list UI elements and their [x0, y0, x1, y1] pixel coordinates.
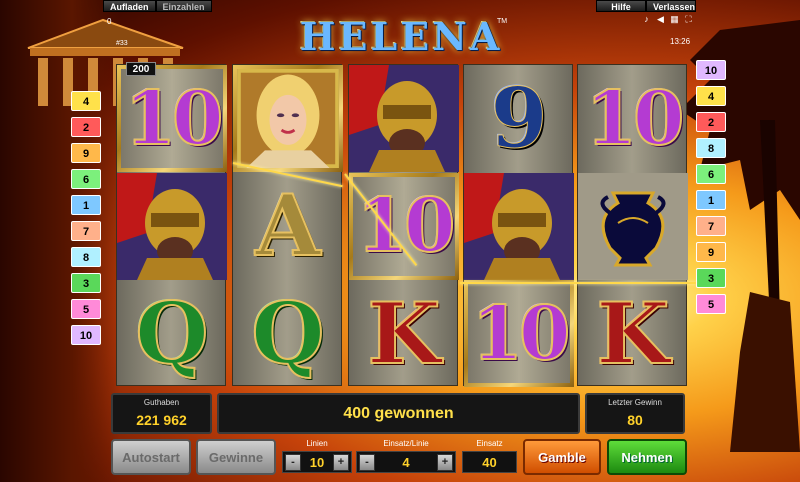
autostart-button[interactable]: Autostart [111, 439, 191, 475]
reel: 10 Q [116, 64, 227, 386]
line-markers-left: 4 2 9 6 1 7 8 3 5 10 [71, 91, 101, 351]
line-marker: 1 [71, 195, 101, 215]
reel-symbol-10: 10 [349, 172, 459, 280]
reel-symbol-A: A [254, 176, 321, 275]
line-marker: 1 [696, 190, 726, 210]
line-marker: 7 [71, 221, 101, 241]
line-marker: 8 [71, 247, 101, 267]
grid-icon[interactable]: ▦ [669, 14, 680, 24]
balance-value: 221 962 [136, 412, 187, 428]
reel-symbol-warrior [349, 65, 459, 172]
trademark: TM [497, 18, 508, 25]
balance-label: Guthaben [143, 398, 180, 407]
bet-per-line-stepper: Einsatz/Linie - 4 + [356, 439, 456, 475]
lines-value: 10 [309, 455, 325, 470]
line-marker: 5 [696, 294, 726, 314]
win-amount-badge: 200 [126, 62, 156, 76]
bet-minus-button[interactable]: - [359, 454, 375, 471]
line-marker: 5 [71, 299, 101, 319]
total-bet-label: Einsatz [476, 439, 503, 448]
topbar-right: Hilfe Verlassen [596, 0, 696, 12]
wins-button[interactable]: Gewinne [196, 439, 276, 475]
line-marker: 2 [696, 112, 726, 132]
exit-button[interactable]: Verlassen [646, 0, 696, 12]
total-bet: Einsatz 40 [462, 439, 517, 475]
lines-plus-button[interactable]: + [333, 454, 349, 471]
line-marker: 6 [696, 164, 726, 184]
line-marker: 10 [696, 60, 726, 80]
win-message: 400 gewonnen [343, 405, 454, 422]
win-line [460, 282, 696, 284]
reel-symbol-vase [578, 172, 688, 280]
volume-icon[interactable]: ◀ [655, 14, 666, 24]
system-icons: ♪ ◀ ▦ ⛶ [641, 14, 694, 24]
balance-box: Guthaben 221 962 [111, 393, 212, 434]
reel-symbol-K: K [366, 283, 441, 383]
lines-label: Linien [306, 439, 328, 448]
session-id: #33 [116, 40, 128, 47]
reel: 9 10 [463, 64, 574, 387]
line-marker: 7 [696, 216, 726, 236]
reel-symbol-warrior [117, 172, 227, 280]
reel-symbol-10: 10 [117, 65, 227, 172]
rock-illustration [730, 292, 800, 452]
lines-stepper: Linien - 10 + [282, 439, 352, 475]
reel: 10 K [577, 64, 688, 386]
line-marker: 2 [71, 117, 101, 137]
topbar-left: Aufladen Einzahlen [103, 0, 212, 12]
line-marker: 10 [71, 325, 101, 345]
clock: 13:26 [670, 37, 691, 46]
reel-symbol-warrior [464, 172, 574, 280]
line-marker: 3 [696, 268, 726, 288]
line-marker: 9 [696, 242, 726, 262]
line-marker: 4 [696, 86, 726, 106]
reel-symbol-10: 10 [585, 75, 686, 162]
music-icon[interactable]: ♪ [641, 14, 652, 24]
lines-minus-button[interactable]: - [285, 454, 301, 471]
reel: AQ [232, 64, 343, 386]
line-markers-right: 10 4 2 8 6 1 7 9 3 5 [696, 60, 726, 320]
reels-area: 10 Q A Q 10 K 9 10 10 K [116, 64, 688, 387]
line-marker: 3 [71, 273, 101, 293]
line-marker: 4 [71, 91, 101, 111]
deposit-button[interactable]: Einzahlen [155, 0, 212, 12]
total-bet-value: 40 [482, 455, 497, 470]
last-win-label: Letzter Gewinn [608, 398, 662, 407]
last-win-value: 80 [627, 412, 643, 428]
reel-symbol-Q: Q [250, 283, 325, 383]
reel-symbol-Q: Q [134, 283, 209, 383]
bet-per-line-value: 4 [402, 455, 410, 470]
line-marker: 9 [71, 143, 101, 163]
last-win-box: Letzter Gewinn 80 [585, 393, 685, 434]
help-button[interactable]: Hilfe [596, 0, 646, 12]
message-box: 400 gewonnen [217, 393, 580, 434]
take-button[interactable]: Nehmen [607, 439, 687, 475]
load-value: 0 [107, 17, 112, 26]
reel-symbol-helena [233, 65, 343, 172]
fullscreen-icon[interactable]: ⛶ [683, 14, 694, 24]
bet-per-line-label: Einsatz/Linie [383, 439, 429, 448]
reel-symbol-K: K [595, 283, 670, 383]
bet-plus-button[interactable]: + [437, 454, 453, 471]
reel: 10 K [348, 64, 459, 386]
controls-bar: Autostart Gewinne Linien - 10 + Einsatz/… [111, 439, 688, 475]
info-panel: Guthaben 221 962 400 gewonnen Letzter Ge… [111, 393, 688, 434]
reel-symbol-9: 9 [490, 70, 548, 167]
line-marker: 8 [696, 138, 726, 158]
load-button[interactable]: Aufladen [103, 0, 156, 12]
game-logo: HELENA [299, 14, 503, 59]
line-marker: 6 [71, 169, 101, 189]
gamble-button[interactable]: Gamble [523, 439, 601, 475]
reel-symbol-10: 10 [464, 280, 574, 387]
